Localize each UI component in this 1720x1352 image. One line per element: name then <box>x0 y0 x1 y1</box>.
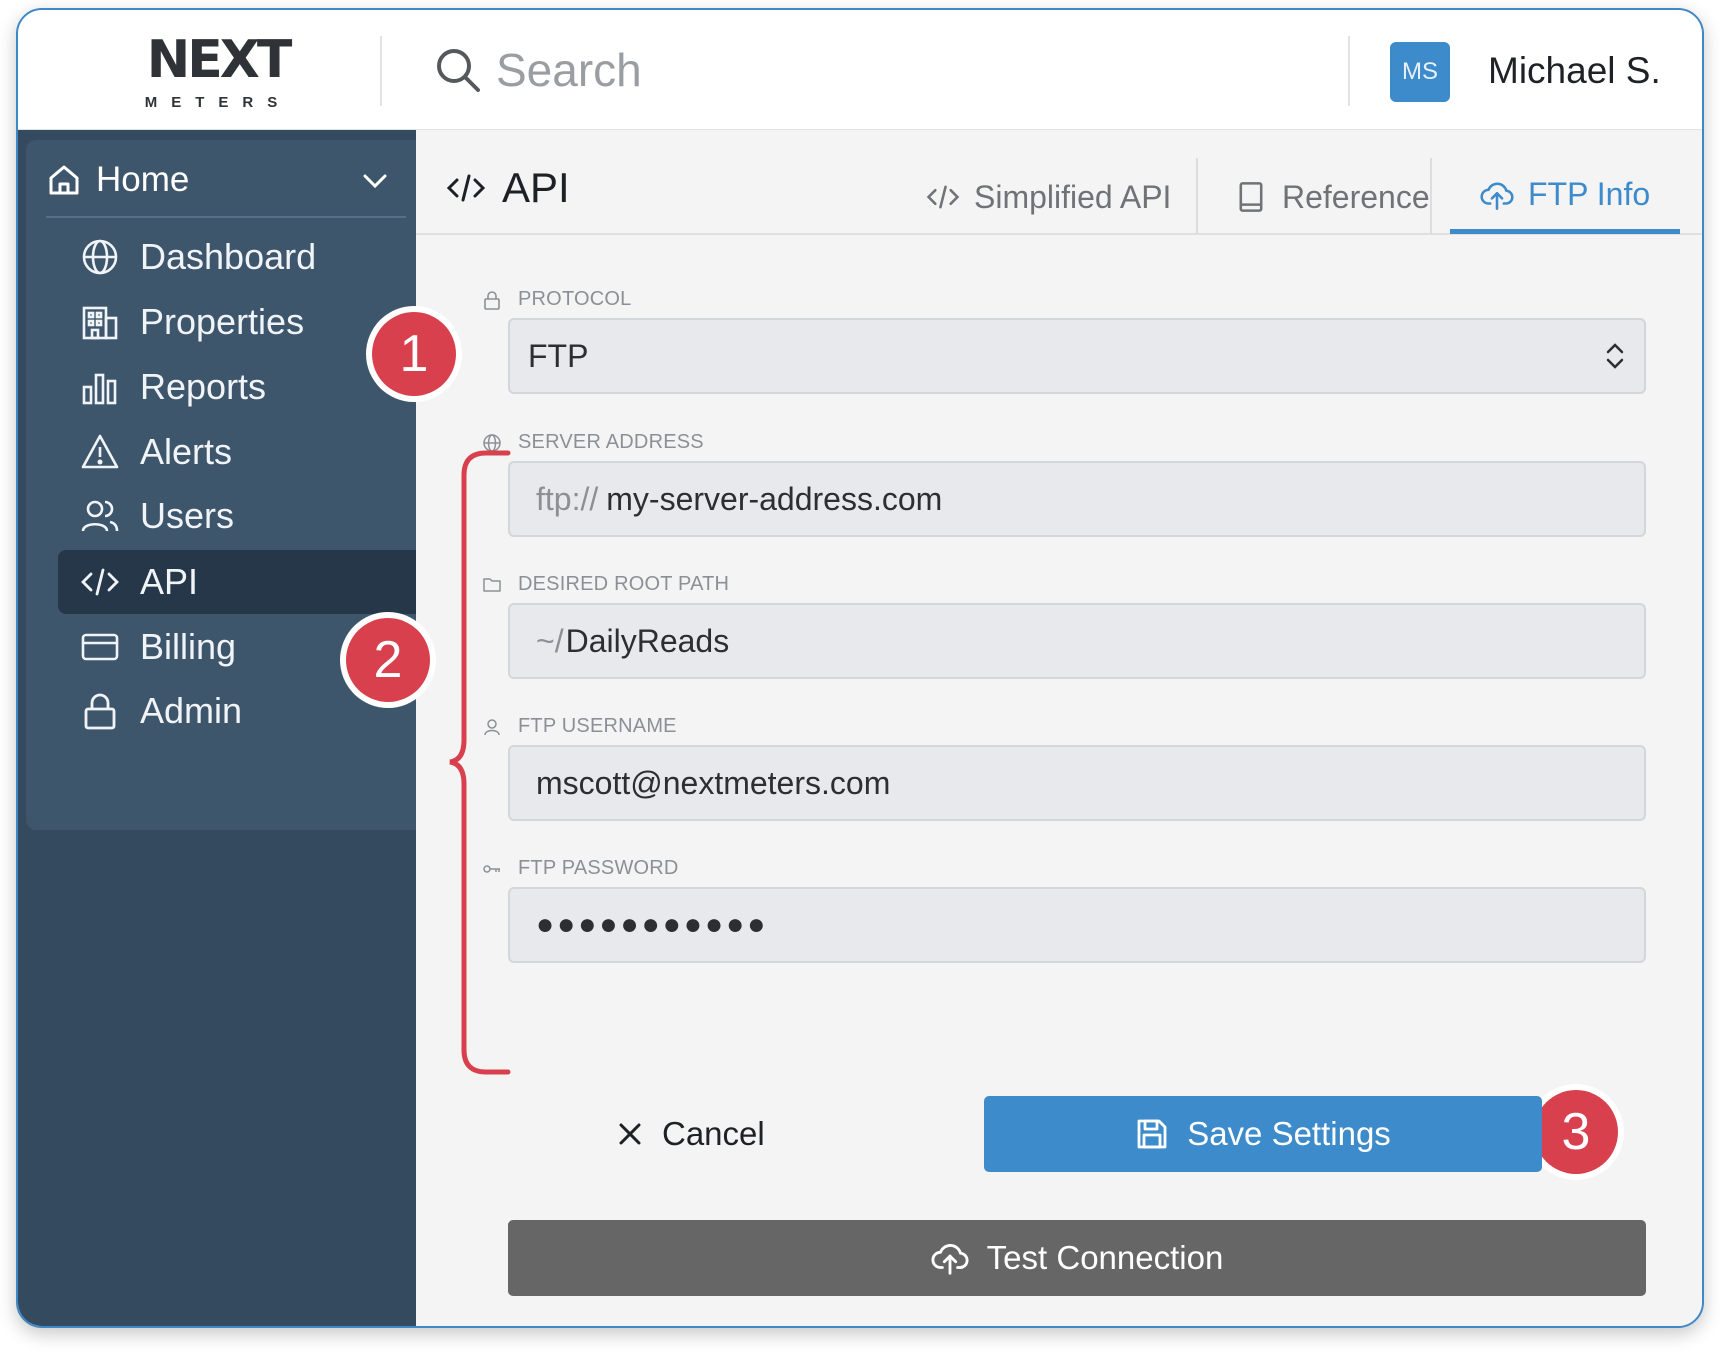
search-icon <box>437 49 480 92</box>
top-bar: NEXT METERS Search MS Michael S. <box>18 10 1702 130</box>
page-title: API <box>446 164 570 212</box>
home-icon <box>49 165 79 195</box>
sidebar-item-label: Admin <box>140 690 243 731</box>
app-window: NEXT METERS Search MS Michael S. Home Da… <box>16 8 1704 1328</box>
cloud-upload-icon <box>931 1243 969 1275</box>
server-address-value: my-server-address.com <box>606 480 943 517</box>
server-address-field[interactable]: ftp:// my-server-address.com <box>508 461 1646 537</box>
divider <box>1196 158 1198 234</box>
root-path-field[interactable]: ~/ DailyReads <box>508 603 1646 679</box>
sidebar-item-dashboard[interactable]: Dashboard <box>58 225 416 289</box>
search-bar[interactable]: Search <box>434 40 642 100</box>
root-path-value: DailyReads <box>565 622 730 659</box>
globe-icon <box>82 239 118 275</box>
ftp-username-label-text: FTP USERNAME <box>518 715 677 737</box>
annotation-badge-3: 3 <box>1534 1090 1618 1174</box>
sidebar-item-label: Billing <box>140 626 237 667</box>
divider <box>1348 36 1350 106</box>
sidebar-home-label: Home <box>96 160 190 199</box>
tab-label: Simplified API <box>974 178 1172 215</box>
code-icon <box>926 185 960 209</box>
tab-simplified-api[interactable]: Simplified API <box>926 160 1171 234</box>
protocol-select[interactable]: FTP <box>508 318 1646 394</box>
logo[interactable]: NEXT METERS <box>138 32 298 122</box>
sidebar-item-api[interactable]: API <box>58 550 416 614</box>
sidebar-item-properties[interactable]: Properties <box>58 290 416 354</box>
lock-icon <box>84 693 116 730</box>
sidebar: Home Dashboard Properties Reports Alerts… <box>18 130 416 1326</box>
ftp-username-field[interactable]: mscott@nextmeters.com <box>508 745 1646 821</box>
save-settings-label: Save Settings <box>1187 1115 1391 1152</box>
root-path-label-text: DESIRED ROOT PATH <box>518 573 730 595</box>
test-connection-button[interactable]: Test Connection <box>508 1220 1646 1296</box>
sidebar-item-users[interactable]: Users <box>58 484 416 548</box>
warning-icon <box>81 434 119 469</box>
sidebar-item-label: Properties <box>140 301 305 342</box>
tab-label: Reference <box>1282 178 1430 215</box>
book-icon <box>1239 182 1263 212</box>
protocol-label: PROTOCOL <box>482 288 631 311</box>
save-icon <box>1137 1119 1167 1149</box>
annotation-badge-2: 2 <box>346 618 430 702</box>
code-icon <box>81 568 119 596</box>
cloud-upload-icon <box>1480 181 1514 210</box>
server-address-prefix: ftp:// <box>536 480 599 517</box>
credit-card-icon <box>81 633 119 661</box>
root-path-prefix: ~/ <box>536 622 564 659</box>
divider <box>1430 158 1432 234</box>
avatar[interactable]: MS <box>1390 42 1450 102</box>
ftp-username-value: mscott@nextmeters.com <box>536 764 891 801</box>
sidebar-item-label: Reports <box>140 366 267 407</box>
chevron-down-icon[interactable] <box>360 166 390 196</box>
cancel-button[interactable]: Cancel <box>616 1115 765 1153</box>
divider <box>380 36 382 106</box>
test-connection-label: Test Connection <box>986 1239 1224 1276</box>
user-name[interactable]: Michael S. <box>1488 50 1661 92</box>
main-content: API Simplified API Reference FTP Info PR… <box>346 130 1702 1326</box>
ftp-password-value: ●●●●●●●●●●● <box>536 908 769 941</box>
sidebar-item-reports[interactable]: Reports <box>58 355 416 419</box>
ftp-password-label-text: FTP PASSWORD <box>518 857 679 879</box>
tab-reference[interactable]: Reference <box>1234 160 1430 234</box>
cancel-label: Cancel <box>662 1115 765 1152</box>
sidebar-item-label: API <box>140 561 199 602</box>
tab-ftp-info[interactable]: FTP Info <box>1450 160 1681 234</box>
sidebar-item-alerts[interactable]: Alerts <box>58 420 416 484</box>
sidebar-item-label: Alerts <box>140 431 233 472</box>
code-icon <box>446 174 486 202</box>
tab-label: FTP Info <box>1528 176 1651 212</box>
users-icon <box>81 500 119 532</box>
building-icon <box>82 306 118 340</box>
lock-icon <box>484 290 500 310</box>
page-header: API Simplified API Reference FTP Info <box>416 130 1702 235</box>
annotation-bracket <box>449 450 511 1075</box>
bar-chart-icon <box>82 373 117 405</box>
close-icon <box>619 1123 641 1145</box>
logo-text: NEXT <box>146 30 293 90</box>
search-input[interactable]: Search <box>496 43 642 97</box>
protocol-value: FTP <box>528 337 589 374</box>
select-arrows-icon <box>1606 343 1624 369</box>
protocol-label-text: PROTOCOL <box>518 288 632 310</box>
save-settings-button[interactable]: Save Settings <box>984 1096 1542 1172</box>
sidebar-item-label: Dashboard <box>140 236 317 277</box>
logo-subtext: METERS <box>144 94 292 111</box>
sidebar-item-label: Users <box>140 495 235 536</box>
divider <box>46 216 406 218</box>
sidebar-home[interactable]: Home <box>46 152 396 208</box>
ftp-password-field[interactable]: ●●●●●●●●●●● <box>508 887 1646 963</box>
page-title-text: API <box>502 164 570 211</box>
server-address-label-text: SERVER ADDRESS <box>518 431 704 453</box>
annotation-badge-1: 1 <box>372 312 456 396</box>
